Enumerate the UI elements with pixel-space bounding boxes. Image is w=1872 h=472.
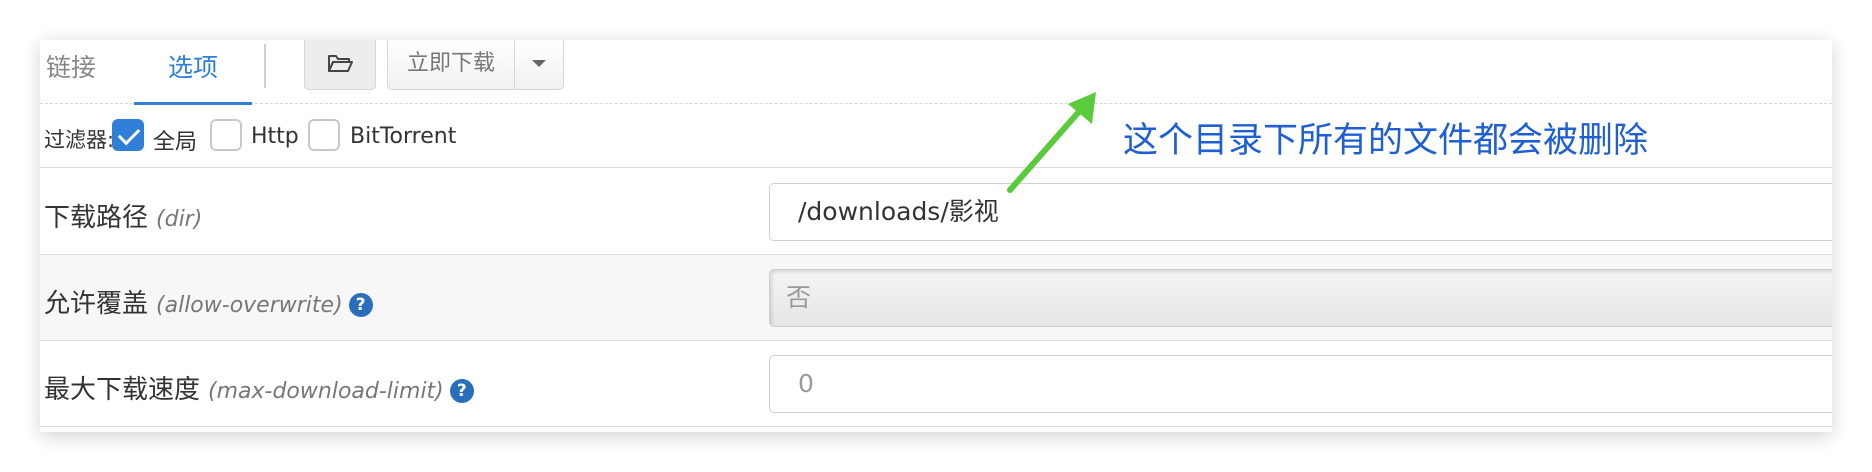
tab-bar: 链接 选项 立即下载 xyxy=(40,40,1832,105)
filter-http-checkbox[interactable] xyxy=(210,119,242,151)
option-title: 下载路径 (dir) xyxy=(44,197,202,234)
option-name: 最大下载速度 xyxy=(44,375,201,405)
option-title: 最大下载速度 (max-download-limit)? xyxy=(44,369,474,406)
option-key: (dir) xyxy=(156,207,203,232)
filter-all-checkbox[interactable] xyxy=(112,119,144,151)
option-key: (max-download-limit) xyxy=(208,379,444,404)
filter-http-label: Http xyxy=(251,124,299,149)
app-window: 链接 选项 立即下载 过滤器: 全局 Http BitTorrent 这个目录下… xyxy=(40,40,1832,432)
filter-all-label: 全局 xyxy=(153,130,198,155)
filter-bittorrent-checkbox[interactable] xyxy=(308,119,340,151)
caret-down-icon xyxy=(532,60,546,67)
option-name: 下载路径 xyxy=(44,203,149,233)
tab-options[interactable]: 选项 xyxy=(134,40,252,105)
help-icon[interactable]: ? xyxy=(348,293,373,317)
option-key: (allow-overwrite) xyxy=(156,293,343,318)
filter-bar: 过滤器: 全局 Http BitTorrent 这个目录下所有的文件都会被删除 xyxy=(40,104,1832,168)
option-row-allow-overwrite: 允许覆盖 (allow-overwrite)? 否 xyxy=(40,255,1832,341)
download-now-button[interactable]: 立即下载 xyxy=(387,40,515,90)
help-icon[interactable]: ? xyxy=(449,379,474,403)
open-folder-button[interactable] xyxy=(304,40,376,90)
tab-divider xyxy=(264,44,266,88)
annotation-text: 这个目录下所有的文件都会被删除 xyxy=(1123,121,1649,161)
option-row-dir: 下载路径 (dir) /downloads/影视 xyxy=(40,169,1832,255)
option-row-max-download-limit: 最大下载速度 (max-download-limit)? 0 xyxy=(40,341,1832,427)
filter-label: 过滤器: xyxy=(44,128,115,152)
allow-overwrite-select[interactable]: 否 xyxy=(769,269,1832,327)
option-title: 允许覆盖 (allow-overwrite)? xyxy=(44,283,373,320)
filter-bittorrent-label: BitTorrent xyxy=(350,124,457,149)
option-name: 允许覆盖 xyxy=(44,289,149,319)
download-options-dropdown[interactable] xyxy=(514,40,564,90)
folder-open-icon xyxy=(327,55,353,80)
tab-links[interactable]: 链接 xyxy=(46,40,96,104)
max-download-limit-input[interactable]: 0 xyxy=(769,355,1832,413)
dir-input[interactable]: /downloads/影视 xyxy=(769,183,1832,241)
